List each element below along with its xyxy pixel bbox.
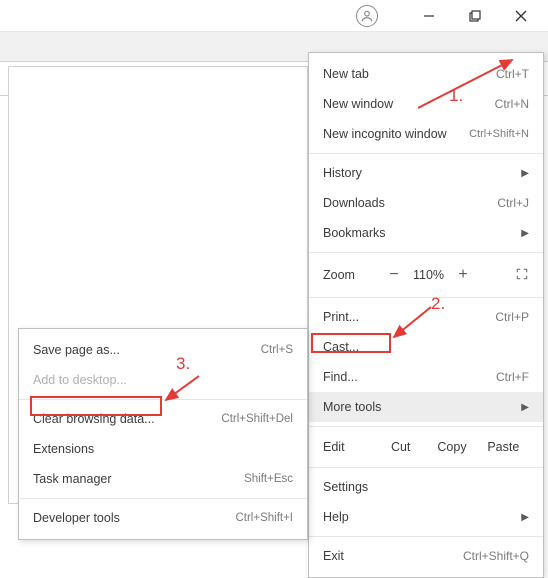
shortcut: Ctrl+Shift+Q [463,549,529,563]
chevron-right-icon: ▶ [521,168,529,179]
shortcut: Ctrl+P [495,310,529,324]
annotation-box-more-tools [311,333,391,353]
menu-separator [19,498,307,499]
menu-label: Bookmarks [323,226,386,240]
zoom-out-button[interactable]: − [385,266,403,284]
menu-label: Print... [323,310,359,324]
menu-separator [309,297,543,298]
zoom-percent: 110% [413,268,444,282]
menu-settings[interactable]: Settings [309,472,543,502]
zoom-in-button[interactable]: + [454,266,472,284]
shortcut: Ctrl+T [496,67,529,81]
menu-label: New incognito window [323,127,447,141]
minimize-button[interactable] [406,0,452,32]
menu-separator [309,252,543,253]
shortcut: Shift+Esc [244,473,293,485]
edit-label: Edit [323,440,375,454]
menu-label: Add to desktop... [33,373,127,387]
submenu-developer-tools[interactable]: Developer tools Ctrl+Shift+I [19,503,307,533]
fullscreen-icon[interactable] [515,267,529,284]
menu-label: More tools [323,400,381,414]
menu-label: Task manager [33,472,112,486]
shortcut: Ctrl+N [495,97,529,111]
submenu-task-manager[interactable]: Task manager Shift+Esc [19,464,307,494]
menu-zoom-row: Zoom − 110% + [309,257,543,293]
menu-more-tools[interactable]: More tools ▶ [309,392,543,422]
maximize-button[interactable] [452,0,498,32]
menu-label: Save page as... [33,343,120,357]
menu-label: History [323,166,362,180]
chrome-main-menu: New tab Ctrl+T New window Ctrl+N New incog… [308,52,544,578]
close-button[interactable] [498,0,544,32]
menu-downloads[interactable]: Downloads Ctrl+J [309,188,543,218]
menu-label: Downloads [323,196,385,210]
annotation-1: 1. [449,86,463,106]
menu-new-incognito[interactable]: New incognito window Ctrl+Shift+N [309,119,543,149]
menu-find[interactable]: Find... Ctrl+F [309,362,543,392]
menu-separator [309,153,543,154]
menu-help[interactable]: Help ▶ [309,502,543,532]
more-tools-submenu: Save page as...Ctrl+S Add to desktop... … [18,328,308,540]
menu-print[interactable]: Print... Ctrl+P [309,302,543,332]
menu-exit[interactable]: Exit Ctrl+Shift+Q [309,541,543,571]
shortcut: Ctrl+J [497,196,529,210]
submenu-save-page[interactable]: Save page as... Ctrl+S [19,335,307,365]
menu-separator [309,467,543,468]
shortcut: Ctrl+S [261,344,293,356]
profile-avatar-icon[interactable] [356,5,378,27]
annotation-3: 3. [176,354,190,374]
edit-cut[interactable]: Cut [375,440,426,454]
menu-label: Developer tools [33,511,120,525]
menu-new-window[interactable]: New window Ctrl+N [309,89,543,119]
shortcut: Ctrl+Shift+N [469,128,529,140]
menu-bookmarks[interactable]: Bookmarks ▶ [309,218,543,248]
window-titlebar [0,0,548,32]
submenu-extensions[interactable]: Extensions [19,434,307,464]
shortcut: Ctrl+F [496,370,529,384]
zoom-label: Zoom [323,268,375,282]
menu-history[interactable]: History ▶ [309,158,543,188]
chevron-right-icon: ▶ [521,512,529,523]
annotation-box-clear-browsing [30,396,162,416]
chevron-right-icon: ▶ [521,402,529,413]
edit-copy[interactable]: Copy [426,440,477,454]
menu-label: Find... [323,370,358,384]
chevron-right-icon: ▶ [521,228,529,239]
submenu-add-desktop[interactable]: Add to desktop... [19,365,307,395]
menu-label: Help [323,510,349,524]
menu-separator [309,426,543,427]
menu-label: New window [323,97,393,111]
annotation-2: 2. [431,294,445,314]
shortcut: Ctrl+Shift+Del [221,413,293,425]
shortcut: Ctrl+Shift+I [235,512,293,524]
menu-label: Extensions [33,442,94,456]
menu-label: Exit [323,549,344,563]
menu-label: Settings [323,480,368,494]
menu-label: New tab [323,67,369,81]
menu-edit-row: Edit Cut Copy Paste [309,431,543,463]
edit-paste[interactable]: Paste [478,440,529,454]
menu-separator [309,536,543,537]
menu-new-tab[interactable]: New tab Ctrl+T [309,59,543,89]
